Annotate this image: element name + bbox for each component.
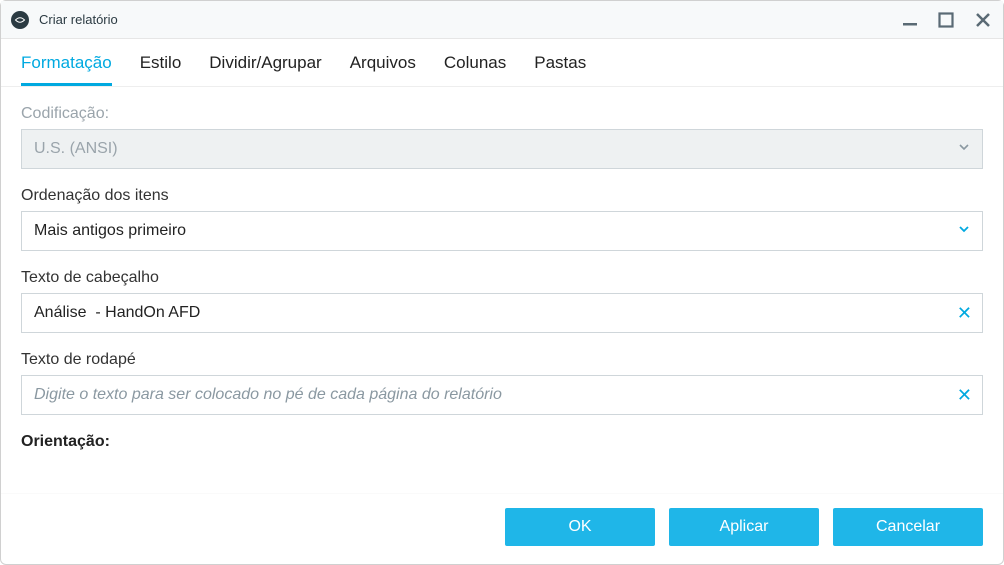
chevron-down-icon	[958, 222, 970, 240]
app-icon	[11, 11, 29, 29]
field-orientation: Orientação:	[21, 433, 983, 451]
clear-icon[interactable]: ✕	[957, 304, 972, 322]
dialog-footer: OK Aplicar Cancelar	[1, 493, 1003, 564]
ordering-select[interactable]: Mais antigos primeiro	[21, 211, 983, 251]
footer-text-input[interactable]	[22, 376, 982, 414]
header-text-label: Texto de cabeçalho	[21, 269, 983, 287]
minimize-icon[interactable]	[901, 11, 919, 29]
field-header-text: Texto de cabeçalho ✕	[21, 269, 983, 333]
footer-text-label: Texto de rodapé	[21, 351, 983, 369]
footer-text-input-wrap: ✕	[21, 375, 983, 415]
dialog-window: Criar relatório Formatação Estilo Dividi…	[0, 0, 1004, 565]
header-text-input-wrap: ✕	[21, 293, 983, 333]
window-controls	[901, 10, 993, 30]
tab-formatting[interactable]: Formatação	[21, 53, 112, 86]
encoding-value: U.S. (ANSI)	[34, 140, 118, 158]
tab-folders[interactable]: Pastas	[534, 53, 586, 86]
ok-button[interactable]: OK	[505, 508, 655, 546]
encoding-label: Codificação:	[21, 105, 983, 123]
orientation-label: Orientação:	[21, 433, 110, 450]
ordering-label: Ordenação dos itens	[21, 187, 983, 205]
encoding-select: U.S. (ANSI)	[21, 129, 983, 169]
clear-icon[interactable]: ✕	[957, 386, 972, 404]
header-text-input[interactable]	[22, 294, 982, 332]
field-ordering: Ordenação dos itens Mais antigos primeir…	[21, 187, 983, 251]
tab-style[interactable]: Estilo	[140, 53, 182, 86]
field-footer-text: Texto de rodapé ✕	[21, 351, 983, 415]
maximize-icon[interactable]	[937, 11, 955, 29]
content-area: Codificação: U.S. (ANSI) Ordenação dos i…	[1, 87, 1003, 493]
cancel-button[interactable]: Cancelar	[833, 508, 983, 546]
tab-columns[interactable]: Colunas	[444, 53, 506, 86]
titlebar: Criar relatório	[1, 1, 1003, 39]
apply-button[interactable]: Aplicar	[669, 508, 819, 546]
field-encoding: Codificação: U.S. (ANSI)	[21, 105, 983, 169]
ordering-value: Mais antigos primeiro	[34, 222, 186, 240]
window-title: Criar relatório	[39, 12, 901, 27]
close-icon[interactable]	[973, 10, 993, 30]
tab-files[interactable]: Arquivos	[350, 53, 416, 86]
chevron-down-icon	[958, 140, 970, 158]
tab-bar: Formatação Estilo Dividir/Agrupar Arquiv…	[1, 39, 1003, 87]
tab-split-group[interactable]: Dividir/Agrupar	[209, 53, 321, 86]
